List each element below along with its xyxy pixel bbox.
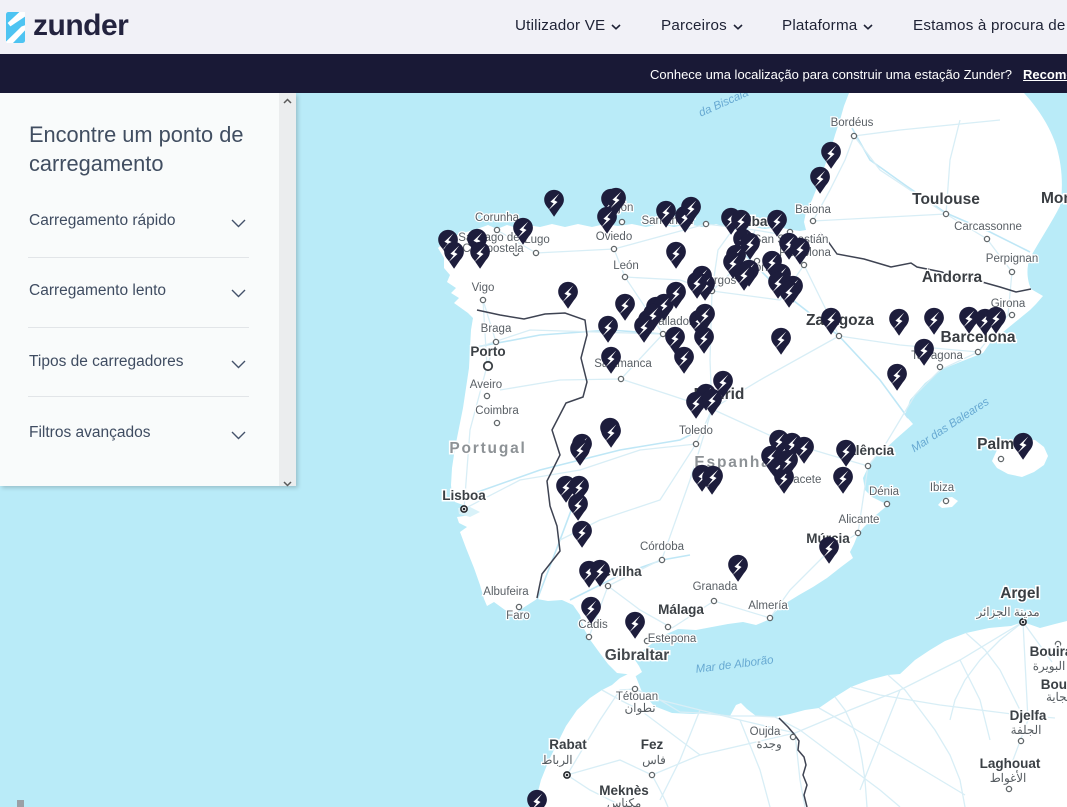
- svg-text:Aveiro: Aveiro: [470, 379, 502, 391]
- svg-text:Bordéus: Bordéus: [831, 117, 874, 129]
- svg-text:Baiona: Baiona: [795, 204, 831, 216]
- svg-text:Gibraltar: Gibraltar: [605, 647, 670, 664]
- svg-text:الأغواط: الأغواط: [990, 770, 1026, 785]
- svg-text:Alicante: Alicante: [839, 514, 880, 526]
- svg-text:Perpignan: Perpignan: [986, 253, 1038, 265]
- svg-text:León: León: [613, 260, 639, 272]
- svg-text:Ibiza: Ibiza: [930, 482, 955, 494]
- svg-text:الرباط: الرباط: [541, 753, 572, 767]
- svg-text:Vigo: Vigo: [472, 282, 495, 294]
- svg-text:Albufeira: Albufeira: [483, 586, 529, 598]
- svg-text:Carcassonne: Carcassonne: [954, 221, 1022, 233]
- svg-text:Estepona: Estepona: [648, 633, 697, 645]
- svg-text:الجلفة: الجلفة: [1011, 723, 1042, 737]
- svg-text:Cádis: Cádis: [578, 619, 608, 631]
- svg-text:Montpellier: Montpellier: [1041, 190, 1067, 207]
- svg-text:البويرة: البويرة: [1033, 659, 1066, 673]
- svg-text:فاس: فاس: [642, 753, 666, 767]
- svg-text:Bouira: Bouira: [1030, 644, 1067, 659]
- svg-text:Toulouse: Toulouse: [912, 191, 980, 208]
- svg-text:Andorra: Andorra: [922, 269, 983, 286]
- svg-text:Barcelona: Barcelona: [941, 329, 1016, 346]
- svg-text:نطوان: نطوان: [625, 701, 656, 715]
- svg-text:Fez: Fez: [641, 737, 664, 752]
- svg-text:Córdoba: Córdoba: [640, 541, 685, 553]
- svg-text:Oviedo: Oviedo: [596, 231, 632, 243]
- svg-text:Lisboa: Lisboa: [442, 488, 486, 503]
- svg-text:Corunha: Corunha: [475, 212, 520, 224]
- svg-text:وجدة: وجدة: [756, 737, 781, 751]
- svg-text:بجاية: بجاية: [1046, 690, 1067, 704]
- svg-text:Argel: Argel: [1000, 585, 1040, 602]
- svg-text:مكناس: مكناس: [607, 796, 641, 807]
- svg-text:Granada: Granada: [693, 581, 738, 593]
- svg-text:Almería: Almería: [748, 600, 788, 612]
- svg-text:Laghouat: Laghouat: [980, 756, 1041, 771]
- svg-text:Braga: Braga: [481, 323, 512, 335]
- svg-text:Toledo: Toledo: [679, 425, 713, 437]
- svg-text:مدينة الجزائر: مدينة الجزائر: [975, 605, 1039, 619]
- svg-text:Málaga: Málaga: [658, 602, 704, 617]
- svg-text:Rabat: Rabat: [549, 737, 587, 752]
- svg-text:Djelfa: Djelfa: [1010, 708, 1047, 723]
- svg-text:Dénia: Dénia: [869, 486, 900, 498]
- svg-text:Porto: Porto: [470, 344, 505, 359]
- svg-text:Coimbra: Coimbra: [475, 405, 519, 417]
- svg-text:Portugal: Portugal: [449, 440, 526, 457]
- svg-text:Faro: Faro: [506, 610, 530, 622]
